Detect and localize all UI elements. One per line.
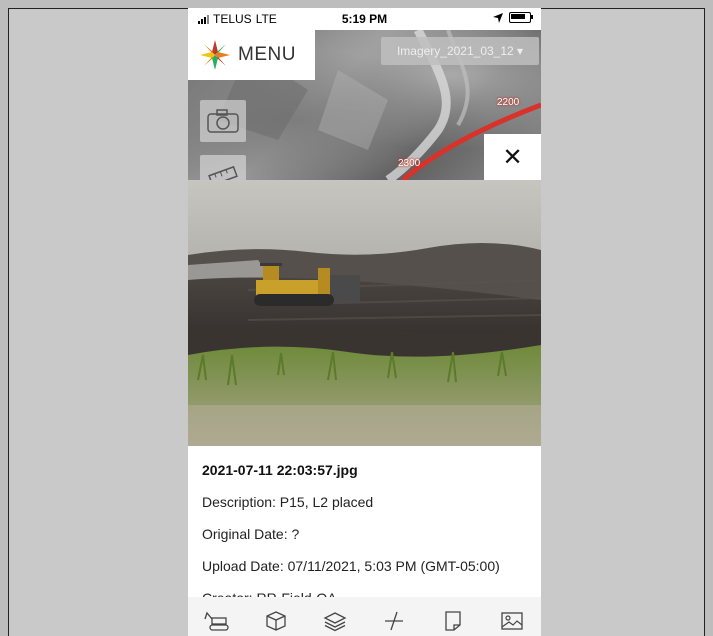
- clock: 5:19 PM: [341, 12, 388, 26]
- toolbar-3d-button[interactable]: [256, 601, 296, 636]
- note-icon: [445, 610, 461, 631]
- toolbar-layers-button[interactable]: [315, 601, 355, 636]
- close-icon: ✕: [502, 143, 523, 171]
- image-icon: [500, 611, 523, 630]
- toolbar-excavator-button[interactable]: [197, 601, 237, 636]
- bottom-toolbar: [188, 597, 541, 636]
- photo-info: 2021-07-11 22:03:57.jpg Description: P15…: [202, 456, 532, 606]
- camera-button[interactable]: [200, 100, 246, 142]
- excavator-icon: [204, 611, 230, 631]
- phone-screen: TELUS LTE 5:19 PM MENU Imagery_2021_03_1…: [188, 8, 541, 636]
- map-label-2200: 2200: [497, 97, 520, 108]
- ruler-button[interactable]: [200, 155, 246, 180]
- bulldozer-photo: [188, 180, 541, 446]
- toolbar-image-button[interactable]: [492, 601, 532, 636]
- close-button[interactable]: ✕: [484, 134, 541, 180]
- status-right: [493, 12, 533, 23]
- map-label-2300: 2300: [398, 158, 421, 169]
- photo-filename: 2021-07-11 22:03:57.jpg: [202, 462, 358, 478]
- measure-icon: [384, 611, 403, 630]
- camera-icon: [207, 109, 239, 133]
- photo-description: Description: P15, L2 placed: [202, 494, 374, 510]
- box-3d-icon: [266, 610, 286, 631]
- map-view[interactable]: MENU Imagery_2021_03_12 ▾ 2200 2300 ✕: [188, 30, 541, 180]
- battery-icon: [509, 12, 533, 23]
- photo-original-date: Original Date: ?: [202, 526, 300, 542]
- ruler-icon: [208, 166, 238, 180]
- imagery-dropdown[interactable]: Imagery_2021_03_12 ▾: [381, 37, 539, 65]
- status-bar: TELUS LTE 5:19 PM: [188, 8, 541, 30]
- photo-upload-date: Upload Date: 07/11/2021, 5:03 PM (GMT-05…: [202, 558, 500, 574]
- location-arrow-icon: [493, 12, 503, 23]
- site-photo: [188, 180, 541, 446]
- toolbar-note-button[interactable]: [433, 601, 473, 636]
- logo-icon: [200, 40, 230, 70]
- menu-label: MENU: [238, 44, 296, 65]
- menu-button[interactable]: MENU: [188, 30, 315, 80]
- toolbar-measure-button[interactable]: [374, 601, 414, 636]
- layers-icon: [323, 611, 347, 631]
